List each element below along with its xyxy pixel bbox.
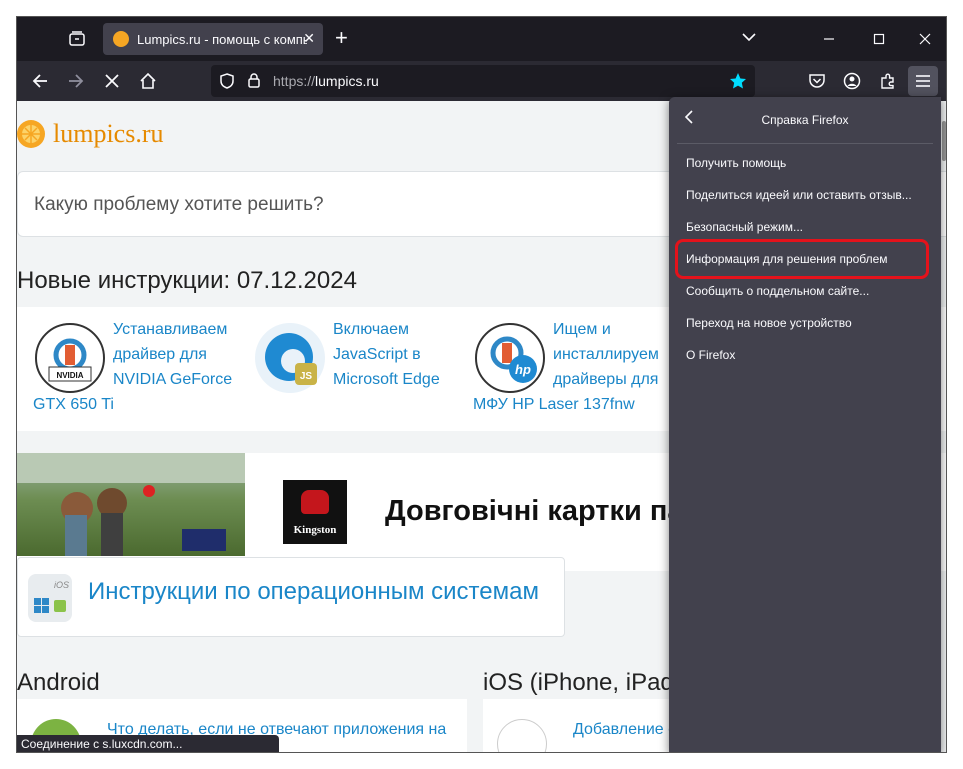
search-placeholder: Какую проблему хотите решить? xyxy=(34,194,324,215)
menu-item-share-feedback[interactable]: Поделиться идеей или оставить отзыв... xyxy=(686,188,912,202)
page-scrollbar[interactable] xyxy=(940,101,946,752)
card-title[interactable]: Устанавливаем драйвер для NVIDIA GeForce xyxy=(113,317,253,392)
hp-label: hp xyxy=(515,362,531,377)
minimize-icon xyxy=(824,38,834,40)
arrow-left-icon xyxy=(32,74,47,88)
bookmark-star-icon[interactable] xyxy=(729,72,747,90)
highlight-annotation xyxy=(675,239,929,279)
ios-article-title: Добавление с xyxy=(573,721,677,738)
home-icon xyxy=(140,72,156,89)
close-tab-icon[interactable]: ✕ xyxy=(303,30,315,47)
firefox-help-panel: Справка Firefox Получить помощь Поделить… xyxy=(669,97,941,752)
close-icon xyxy=(919,33,931,45)
menu-item-safe-mode[interactable]: Безопасный режим... xyxy=(686,220,803,234)
url-host: lumpics.ru xyxy=(315,73,379,89)
panel-title: Справка Firefox xyxy=(761,113,849,127)
card-title-line: драйвер для xyxy=(113,346,207,363)
panel-header: Справка Firefox xyxy=(669,97,941,143)
kingston-logo: Kingston xyxy=(283,480,347,544)
lock-icon[interactable] xyxy=(247,72,261,89)
pocket-button[interactable] xyxy=(804,69,830,93)
panel-divider xyxy=(677,143,933,144)
home-button[interactable] xyxy=(135,69,161,93)
iphone-article-icon xyxy=(497,719,547,752)
nvidia-driver-icon: NVIDIA xyxy=(35,323,105,393)
url-bar[interactable]: https://lumpics.ru xyxy=(211,65,755,97)
menu-item-switch-device[interactable]: Переход на новое устройство xyxy=(686,316,852,330)
lumpics-favicon-icon xyxy=(113,31,129,47)
stop-icon xyxy=(105,74,119,88)
kingston-brand: Kingston xyxy=(293,524,337,536)
hp-logo-icon: hp xyxy=(490,336,537,383)
orange-slice-icon xyxy=(22,125,40,143)
driver-gear-icon: NVIDIA xyxy=(48,338,92,382)
ios-heading: iOS (iPhone, iPad) xyxy=(483,669,682,696)
android-heading: Android xyxy=(17,669,100,696)
browser-window: Lumpics.ru - помощь с компь ✕ + https://… xyxy=(16,16,947,753)
tab-overview-icon xyxy=(69,31,85,46)
menu-item-about-firefox[interactable]: О Firefox xyxy=(686,348,735,362)
tab-bar: Lumpics.ru - помощь с компь ✕ + xyxy=(17,17,946,61)
navigation-bar: https://lumpics.ru xyxy=(17,61,946,101)
menu-item-report-deceptive-site[interactable]: Сообщить о поддельном сайте... xyxy=(686,284,869,298)
nvidia-label: NVIDIA xyxy=(56,371,83,380)
stop-loading-button[interactable] xyxy=(99,69,125,93)
url-protocol: https:// xyxy=(273,73,316,89)
card-title-line: Microsoft Edge xyxy=(333,371,440,388)
minimize-button[interactable] xyxy=(806,25,852,53)
chevron-down-icon xyxy=(742,33,756,42)
ios-article-card[interactable]: Добавление с xyxy=(483,699,683,752)
account-icon xyxy=(843,72,861,90)
tab-lumpics[interactable]: Lumpics.ru - помощь с компь ✕ xyxy=(103,23,323,55)
arrow-right-icon xyxy=(69,74,84,88)
card-title-tail[interactable]: GTX 650 Ti xyxy=(33,392,114,417)
ios-label: iOS xyxy=(54,580,69,590)
puzzle-piece-icon xyxy=(881,73,894,89)
os-icon: iOS xyxy=(28,574,72,622)
news-heading: Новые инструкции: 07.12.2024 xyxy=(17,267,357,294)
ad-photo-image xyxy=(17,453,245,556)
tab-title: Lumpics.ru - помощь с компь xyxy=(137,31,307,47)
ad-photo xyxy=(17,453,245,556)
ad-headline: Довговічні картки па xyxy=(385,495,684,527)
logo-text: lumpics.ru xyxy=(53,119,164,148)
tab-overview-button[interactable] xyxy=(65,27,89,51)
card-title[interactable]: Включаем JavaScript в Microsoft Edge xyxy=(333,317,473,392)
os-logos-icon: iOS xyxy=(34,580,69,613)
list-all-tabs-button[interactable] xyxy=(741,29,757,50)
menu-item-get-help[interactable]: Получить помощь xyxy=(686,156,786,170)
close-window-button[interactable] xyxy=(902,25,946,53)
card-title-tail[interactable]: МФУ HP Laser 137fnw xyxy=(473,392,635,417)
account-button[interactable] xyxy=(839,69,865,93)
site-logo[interactable]: lumpics.ru xyxy=(17,119,164,149)
card-title-line: Включаем xyxy=(333,321,409,338)
card-title-line: Устанавливаем xyxy=(113,321,228,338)
card-title-line: NVIDIA GeForce xyxy=(113,371,233,388)
shield-icon[interactable] xyxy=(219,73,235,89)
scrollbar-thumb[interactable] xyxy=(942,121,946,161)
kingston-head-icon xyxy=(301,490,329,514)
extensions-button[interactable] xyxy=(875,69,901,93)
orange-logo-icon xyxy=(17,120,45,148)
pocket-icon xyxy=(809,74,825,88)
edge-js-icon: JS xyxy=(255,323,325,393)
back-button[interactable] xyxy=(27,69,53,93)
new-tab-button[interactable]: + xyxy=(335,27,348,49)
app-menu-button[interactable] xyxy=(908,66,938,96)
card-title-line: JavaScript в xyxy=(333,346,421,363)
maximize-icon xyxy=(873,33,885,45)
os-instructions-link[interactable]: iOS Инструкции по операционным системам xyxy=(17,557,565,637)
status-bar: Соединение с s.luxcdn.com... xyxy=(17,735,279,752)
hp-driver-icon: hp xyxy=(475,323,545,393)
os-instructions-label: Инструкции по операционным системам xyxy=(88,578,539,605)
edge-logo-icon: JS xyxy=(265,333,317,385)
maximize-button[interactable] xyxy=(856,25,902,53)
forward-button[interactable] xyxy=(63,69,89,93)
url-text[interactable]: https://lumpics.ru xyxy=(273,73,379,89)
js-label: JS xyxy=(300,371,313,382)
hamburger-menu-icon xyxy=(916,75,930,87)
